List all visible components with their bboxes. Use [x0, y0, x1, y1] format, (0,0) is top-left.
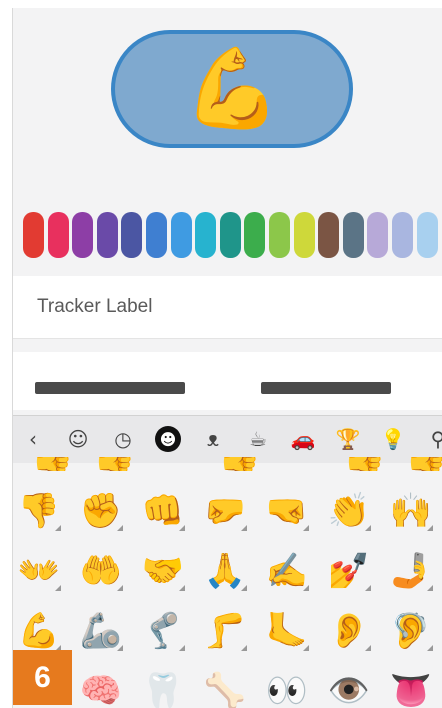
animals-icon[interactable]: ᴥ [198, 424, 228, 454]
emoji-key[interactable]: 🤝 [137, 545, 189, 597]
app-screen: 💪 Tracker Label ‹ ☺ ◷ ☻ ᴥ ☕ 🚗 🏆 💡 ⚲ 👍 👍 👍 👍 👍 👎✊👊… [12, 8, 442, 708]
color-palette [23, 212, 442, 262]
recent-clock-icon[interactable]: ◷ [108, 424, 138, 454]
emoji-key[interactable]: 👀 [261, 665, 313, 708]
emoji-key[interactable]: 🦾 [75, 605, 127, 657]
emoji-key[interactable]: 🦴 [199, 665, 251, 708]
objects-bulb-icon[interactable]: 💡 [378, 424, 408, 454]
color-swatch[interactable] [342, 212, 364, 258]
emoji-key[interactable]: 👐 [13, 545, 65, 597]
color-swatch[interactable] [96, 212, 118, 258]
emoji-key[interactable]: 💅 [323, 545, 375, 597]
emoji-key[interactable]: 🙏 [199, 545, 251, 597]
color-swatch[interactable] [170, 212, 192, 258]
partial-emoji[interactable]: 👍 [218, 457, 260, 471]
food-drink-icon[interactable]: ☕ [243, 424, 273, 454]
partial-emoji[interactable]: 👍 [31, 457, 73, 471]
emoji-key[interactable]: 🧠 [75, 665, 127, 708]
color-swatch[interactable] [219, 212, 241, 258]
emoji-key[interactable]: 👅 [385, 665, 437, 708]
emoji-key[interactable]: 👊 [137, 485, 189, 537]
color-swatch[interactable] [47, 212, 69, 258]
emoji-row-partial: 👍 👍 👍 👍 👍 [13, 457, 442, 471]
emoji-grid: 👍 👍 👍 👍 👍 👎✊👊🤛🤜👏🙌👐🤲🤝🙏✍️💅🤳💪🦾🦿🦵🦶👂🦻🧠🦷🦴👀👁️👅 [13, 457, 442, 708]
color-swatch[interactable] [244, 212, 266, 258]
symbols-icon[interactable]: ⚲ [423, 424, 442, 454]
color-swatch[interactable] [392, 212, 413, 258]
flexed-biceps-icon: 💪 [183, 44, 281, 134]
obscured-settings-row [13, 352, 442, 410]
tracker-label-field[interactable]: Tracker Label [13, 276, 442, 339]
obscured-text-left [35, 382, 185, 394]
color-swatch[interactable] [195, 212, 217, 258]
emoji-key[interactable]: 🦷 [137, 665, 189, 708]
emoji-key[interactable]: 🦿 [137, 605, 189, 657]
obscured-text-right [261, 382, 391, 394]
back-icon[interactable]: ‹ [18, 424, 48, 454]
color-swatch[interactable] [72, 212, 94, 258]
smileys-icon[interactable]: ☻ [155, 426, 181, 452]
activities-trophy-icon[interactable]: 🏆 [333, 424, 363, 454]
emoji-key[interactable]: 🙌 [385, 485, 437, 537]
partial-emoji[interactable]: 👍 [405, 457, 442, 471]
partial-emoji[interactable]: 👍 [343, 457, 385, 471]
tracker-label-text: Tracker Label [37, 296, 153, 317]
emoji-key[interactable]: 🦵 [199, 605, 251, 657]
color-swatch[interactable] [121, 212, 143, 258]
tracker-icon-preview[interactable]: 💪 [111, 30, 353, 148]
color-swatch[interactable] [293, 212, 315, 258]
emoji-key[interactable]: 🦶 [261, 605, 313, 657]
emoji-key[interactable]: 🤛 [199, 485, 251, 537]
emoji-key[interactable]: 👂 [323, 605, 375, 657]
color-swatch[interactable] [146, 212, 167, 258]
emoji-key[interactable]: 👁️ [323, 665, 375, 708]
color-swatch[interactable] [23, 212, 44, 258]
color-swatch[interactable] [269, 212, 290, 258]
emoji-key[interactable]: 🤳 [385, 545, 437, 597]
emoji-key[interactable]: 👎 [13, 485, 65, 537]
color-swatch[interactable] [318, 212, 340, 258]
partial-emoji[interactable]: 👍 [93, 457, 135, 471]
emoji-key[interactable]: 👏 [323, 485, 375, 537]
travel-car-icon[interactable]: 🚗 [288, 424, 318, 454]
emoji-key[interactable]: 🤜 [261, 485, 313, 537]
color-swatch[interactable] [416, 212, 438, 258]
color-swatch[interactable] [367, 212, 389, 258]
emoji-key[interactable]: 🦻 [385, 605, 437, 657]
step-number-badge: 6 [13, 650, 72, 705]
emoji-key[interactable]: ✊ [75, 485, 127, 537]
emoji-key[interactable]: 🤲 [75, 545, 127, 597]
sticker-icon[interactable]: ☺ [63, 424, 93, 454]
emoji-key[interactable]: ✍️ [261, 545, 313, 597]
